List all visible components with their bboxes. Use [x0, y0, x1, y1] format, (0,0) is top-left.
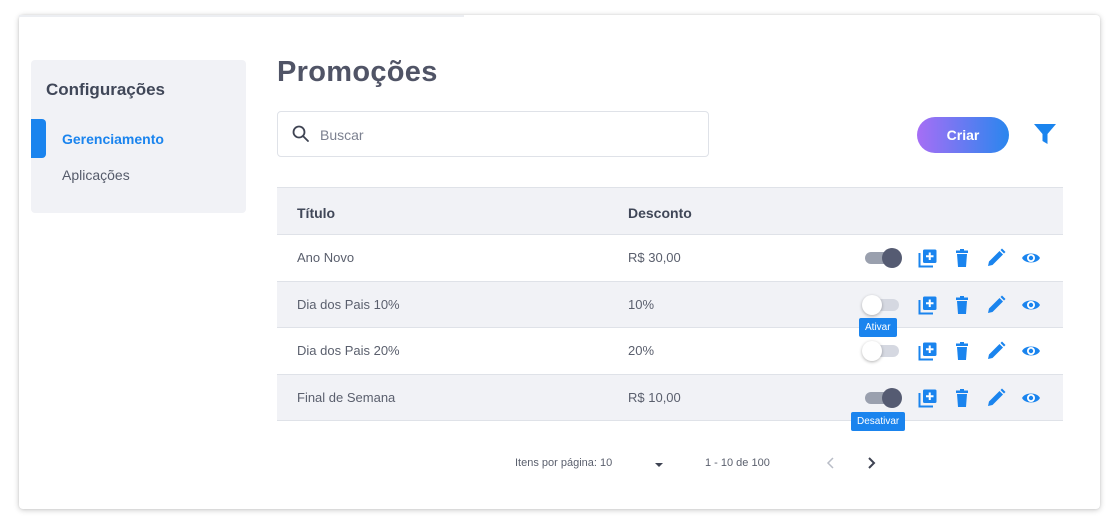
- deactivate-tooltip: Desativar: [851, 412, 906, 431]
- add-box-icon[interactable]: [918, 341, 938, 361]
- table-header: Título Desconto: [277, 187, 1063, 235]
- eye-icon[interactable]: [1021, 295, 1041, 315]
- table-row: Dia dos Pais 10% 10%: [277, 281, 1063, 328]
- trash-icon[interactable]: [952, 341, 972, 361]
- row-title: Ano Novo: [297, 250, 355, 265]
- status-toggle[interactable]: [862, 387, 902, 408]
- pencil-icon[interactable]: [986, 248, 1006, 268]
- search-box: [277, 111, 709, 157]
- trash-icon[interactable]: [952, 295, 972, 315]
- search-input[interactable]: [320, 123, 690, 147]
- toggle-knob: [882, 248, 902, 268]
- row-discount: R$ 10,00: [628, 389, 681, 405]
- toggle-knob: [882, 387, 902, 408]
- row-title: Dia dos Pais 10%: [297, 296, 400, 312]
- table-body: Ano Novo R$ 30,00 Dia dos Pais 10% 10% D…: [277, 235, 1063, 421]
- row-title: Dia dos Pais 20%: [297, 343, 400, 358]
- add-box-icon[interactable]: [918, 295, 938, 315]
- top-divider: [19, 15, 464, 17]
- row-discount: 10%: [628, 296, 655, 312]
- status-toggle[interactable]: [862, 294, 902, 315]
- sidebar-item-gerenciamento[interactable]: Gerenciamento: [62, 131, 164, 147]
- create-button[interactable]: Criar: [917, 117, 1009, 153]
- table-row: Final de Semana R$ 10,00: [277, 374, 1063, 421]
- trash-icon[interactable]: [952, 248, 972, 268]
- page-title: Promoções: [277, 56, 438, 88]
- column-header-title: Título: [297, 205, 336, 221]
- eye-icon[interactable]: [1021, 388, 1041, 408]
- row-title: Final de Semana: [297, 389, 396, 405]
- status-toggle[interactable]: [862, 248, 902, 268]
- chevron-left-icon[interactable]: [824, 455, 838, 471]
- filter-icon[interactable]: [1033, 122, 1057, 146]
- eye-icon[interactable]: [1021, 248, 1041, 268]
- pagination-range: 1 - 10 de 100: [705, 457, 770, 469]
- items-per-page-label: Itens por página: 10: [515, 457, 613, 469]
- table-row: Ano Novo R$ 30,00: [277, 235, 1063, 282]
- row-discount: R$ 30,00: [628, 250, 681, 265]
- add-box-icon[interactable]: [918, 248, 938, 268]
- trash-icon[interactable]: [952, 388, 972, 408]
- sidebar-title: Configurações: [46, 80, 166, 99]
- activate-tooltip: Ativar: [859, 318, 897, 337]
- chevron-right-icon[interactable]: [864, 455, 878, 471]
- pencil-icon[interactable]: [986, 295, 1006, 315]
- promotions-table: Título Desconto Ano Novo R$ 30,00 Dia do…: [277, 187, 1063, 421]
- pencil-icon[interactable]: [986, 341, 1006, 361]
- add-box-icon[interactable]: [918, 388, 938, 408]
- eye-icon[interactable]: [1021, 341, 1041, 361]
- sidebar-active-indicator: [31, 119, 46, 158]
- settings-sidebar: Configurações Gerenciamento Aplicações: [31, 60, 246, 213]
- chevron-down-icon[interactable]: [654, 461, 664, 469]
- status-toggle[interactable]: [862, 341, 902, 361]
- column-header-discount: Desconto: [628, 205, 692, 221]
- row-discount: 20%: [628, 343, 655, 358]
- table-row: Dia dos Pais 20% 20%: [277, 328, 1063, 375]
- sidebar-item-aplicacoes[interactable]: Aplicações: [62, 167, 130, 183]
- search-icon: [292, 125, 309, 142]
- pencil-icon[interactable]: [986, 388, 1006, 408]
- toggle-knob: [862, 341, 882, 361]
- toggle-knob: [862, 294, 882, 315]
